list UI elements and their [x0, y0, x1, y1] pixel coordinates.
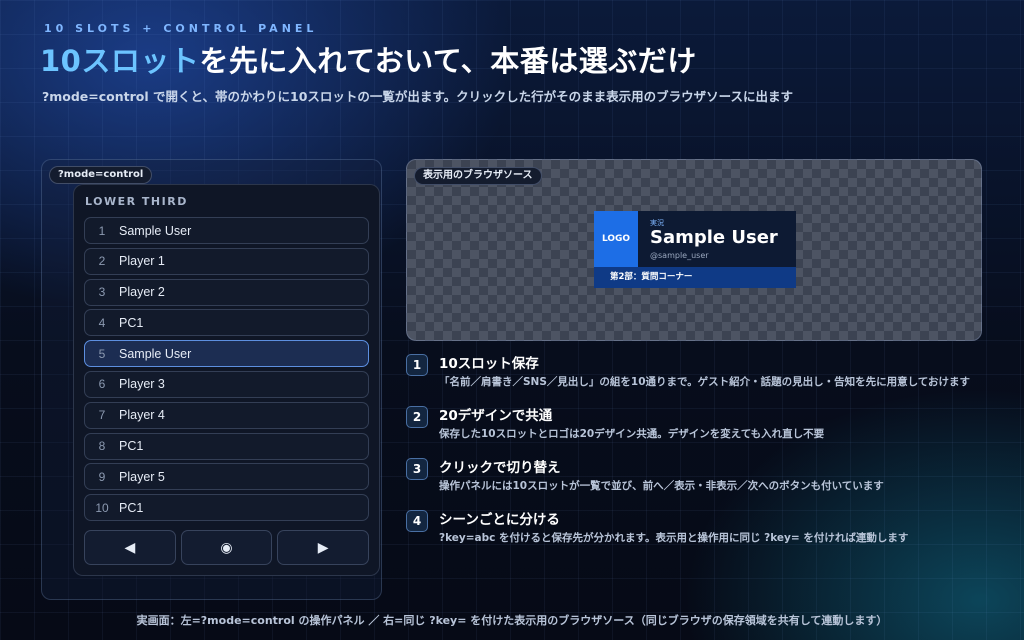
next-button[interactable]: ▶	[277, 530, 370, 565]
slot-number: 8	[98, 439, 106, 454]
section-label: LOWER THIRD	[85, 195, 188, 208]
slot-label: Player 1	[119, 254, 165, 269]
slot-label: Sample User	[119, 223, 192, 238]
title-accent: 10スロット	[40, 44, 200, 78]
slot-row[interactable]: 2 Player 1	[84, 247, 369, 275]
slot-number: 1	[98, 223, 106, 238]
slot-row[interactable]: 5 Sample User	[84, 340, 369, 368]
kicker: 10 SLOTS + CONTROL PANEL	[44, 22, 318, 35]
slot-label: Player 4	[119, 408, 165, 423]
page-title: 10スロットを先に入れておいて、本番は選ぶだけ	[40, 38, 697, 80]
slot-row[interactable]: 6 Player 3	[84, 370, 369, 398]
feature-list: 1 10スロット保存「名前／肩書き／SNS／見出し」の組を10通りまで。ゲスト紹介…	[406, 354, 986, 562]
slot-label: Sample User	[119, 346, 192, 361]
slot-number: 6	[98, 377, 106, 392]
slot-number: 7	[98, 408, 106, 423]
feature-item: 1 10スロット保存「名前／肩書き／SNS／見出し」の組を10通りまで。ゲスト紹介…	[406, 354, 986, 390]
slot-label: PC1	[119, 500, 144, 515]
slot-row[interactable]: 8 PC1	[84, 432, 369, 460]
slot-number: 2	[98, 254, 106, 269]
slot-number: 10	[95, 500, 109, 515]
browser-source-tag: 表示用のブラウザソース	[414, 167, 542, 185]
lower-third-headline: 第2部：質問コーナー	[594, 267, 796, 288]
slot-label: Player 2	[119, 285, 165, 300]
feature-item: 3 クリックで切り替え操作パネルには10スロットが一覧で並び、前へ／表示・非表示／…	[406, 458, 986, 494]
prev-button[interactable]: ◀	[84, 530, 176, 565]
slot-label: PC1	[119, 439, 144, 454]
lower-third: LOGO 実況 Sample User @sample_user 第2部：質問コ…	[594, 211, 796, 288]
feature-number: 4	[406, 510, 428, 532]
feature-item: 4 シーンごとに分ける ?key=abc を付けると保存先が分かれます。表示用と操作…	[406, 510, 986, 546]
slot-list: 1 Sample User 2 Player 1 3 Player 2 4 PC1 5 Sampl…	[84, 217, 369, 525]
slot-row[interactable]: 9 Player 5	[84, 463, 369, 491]
feature-title: 20デザインで共通	[439, 408, 553, 424]
control-buttons: ◀ ◉ ▶	[84, 530, 370, 565]
slot-label: PC1	[119, 315, 144, 330]
slot-row[interactable]: 7 Player 4	[84, 401, 369, 429]
title-rest: を先に入れておいて、本番は選ぶだけ	[199, 44, 697, 78]
slot-row[interactable]: 4 PC1	[84, 309, 369, 337]
slot-number: 3	[98, 285, 106, 300]
slot-number: 9	[98, 469, 106, 484]
control-panel: LOWER THIRD 1 Sample User 2 Player 1 3 Player…	[73, 184, 380, 576]
footer-caption: 実画面：左=?mode=control の操作パネル ／ 右=同じ ?key= …	[136, 614, 888, 627]
feature-number: 1	[406, 354, 428, 376]
feature-number: 2	[406, 406, 428, 428]
feature-description: ?key=abc を付けると保存先が分かれます。表示用と操作用に同じ ?key=…	[439, 532, 909, 544]
slot-row[interactable]: 10 PC1	[84, 494, 369, 522]
slot-number: 5	[98, 346, 106, 361]
feature-title: クリックで切り替え	[439, 460, 561, 476]
feature-number: 3	[406, 458, 428, 480]
slot-row[interactable]: 1 Sample User	[84, 217, 369, 244]
slot-label: Player 5	[119, 469, 165, 484]
lower-third-main: 実況 Sample User @sample_user	[638, 211, 796, 267]
subtitle: ?mode=control で開くと、帯のかわりに10スロットの一覧が出ます。ク…	[42, 89, 794, 104]
feature-title: 10スロット保存	[439, 356, 539, 372]
toggle-visibility-button[interactable]: ◉	[180, 530, 273, 565]
feature-description: 操作パネルには10スロットが一覧で並び、前へ／表示・非表示／次へのボタンも付いて…	[439, 480, 884, 492]
slot-label: Player 3	[119, 377, 165, 392]
feature-description: 「名前／肩書き／SNS／見出し」の組を10通りまで。ゲスト紹介・話題の見出し・告…	[439, 376, 970, 388]
feature-item: 2 20デザインで共通保存した10スロットとロゴは20デザイン共通。デザインを変え…	[406, 406, 986, 442]
feature-description: 保存した10スロットとロゴは20デザイン共通。デザインを変えても入れ直し不要	[439, 428, 825, 440]
lower-third-sns: @sample_user	[650, 251, 709, 260]
slot-row[interactable]: 3 Player 2	[84, 278, 369, 306]
lower-third-logo: LOGO	[594, 211, 638, 267]
slot-number: 4	[98, 315, 106, 330]
mode-tag: ?mode=control	[49, 166, 153, 184]
feature-title: シーンごとに分ける	[439, 512, 560, 528]
lower-third-name: Sample User	[650, 227, 778, 248]
